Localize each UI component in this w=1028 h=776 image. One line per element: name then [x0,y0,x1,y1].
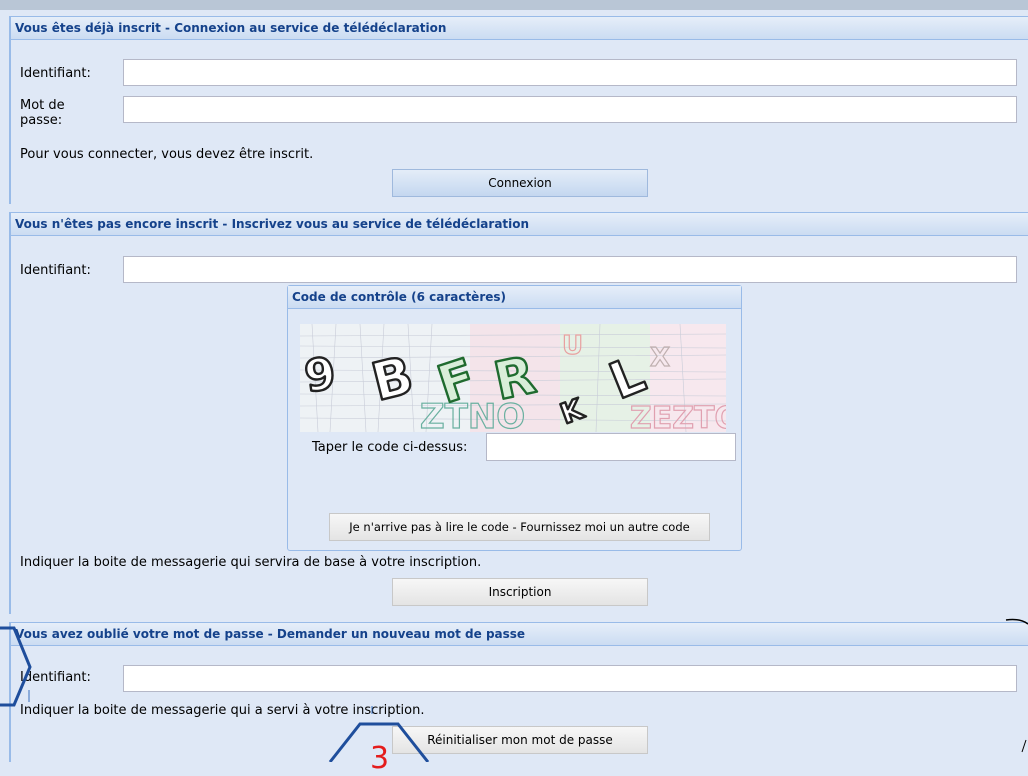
captcha-type-label: Taper le code ci-dessus: [312,440,468,455]
register-identifiant-input[interactable] [123,256,1017,283]
forgot-panel-header: Vous avez oublié votre mot de passe - De… [11,622,1028,646]
captcha-panel: Code de contrôle (6 caractères) ZTNO ZEZ… [287,285,742,551]
captcha-panel-header: Code de contrôle (6 caractères) [288,286,741,309]
captcha-refresh-button[interactable]: Je n'arrive pas à lire le code - Fournis… [329,513,710,541]
captcha-image: ZTNO ZEZTO U X 9 B F R K L [300,324,726,432]
top-window-strip [0,0,1028,10]
register-note: Indiquer la boite de messagerie qui serv… [20,555,482,570]
login-identifiant-input[interactable] [123,59,1017,86]
inscription-button[interactable]: Inscription [392,578,648,606]
captcha-code-input[interactable] [486,433,736,461]
login-panel-header: Vous êtes déjà inscrit - Connexion au se… [11,16,1028,40]
svg-text:U: U [562,331,583,361]
login-identifiant-label: Identifiant: [20,66,91,81]
login-password-label: Mot de passe: [20,98,65,128]
forgot-note: Indiquer la boite de messagerie qui a se… [20,703,425,718]
login-note: Pour vous connecter, vous devez être ins… [20,147,314,162]
forgot-identifiant-label: Identifiant: [20,670,91,685]
connexion-button[interactable]: Connexion [392,169,648,197]
svg-text:ZEZTO: ZEZTO [630,401,726,432]
login-password-input[interactable] [123,96,1017,123]
forgot-identifiant-input[interactable] [123,665,1017,692]
svg-text:X: X [650,343,670,373]
register-identifiant-label: Identifiant: [20,263,91,278]
reset-password-button[interactable]: Réinitialiser mon mot de passe [392,726,648,754]
register-panel-header: Vous n'êtes pas encore inscrit - Inscriv… [11,212,1028,236]
